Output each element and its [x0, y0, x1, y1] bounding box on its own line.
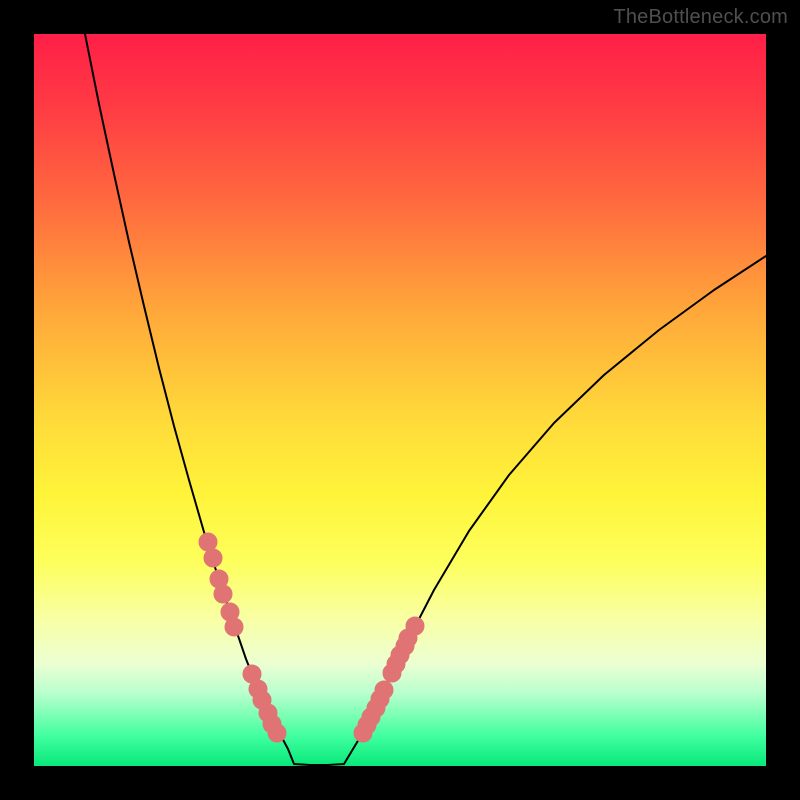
data-marker: [406, 617, 424, 635]
data-marker: [225, 618, 243, 636]
data-marker: [204, 549, 222, 567]
watermark-text: TheBottleneck.com: [613, 6, 788, 29]
data-marker: [268, 724, 286, 742]
plot-area: [34, 34, 766, 766]
data-marker: [199, 533, 217, 551]
chart-svg: [34, 34, 766, 766]
bottleneck-curve: [85, 34, 766, 765]
chart-frame: TheBottleneck.com: [0, 0, 800, 800]
data-marker: [214, 585, 232, 603]
data-marker: [375, 681, 393, 699]
